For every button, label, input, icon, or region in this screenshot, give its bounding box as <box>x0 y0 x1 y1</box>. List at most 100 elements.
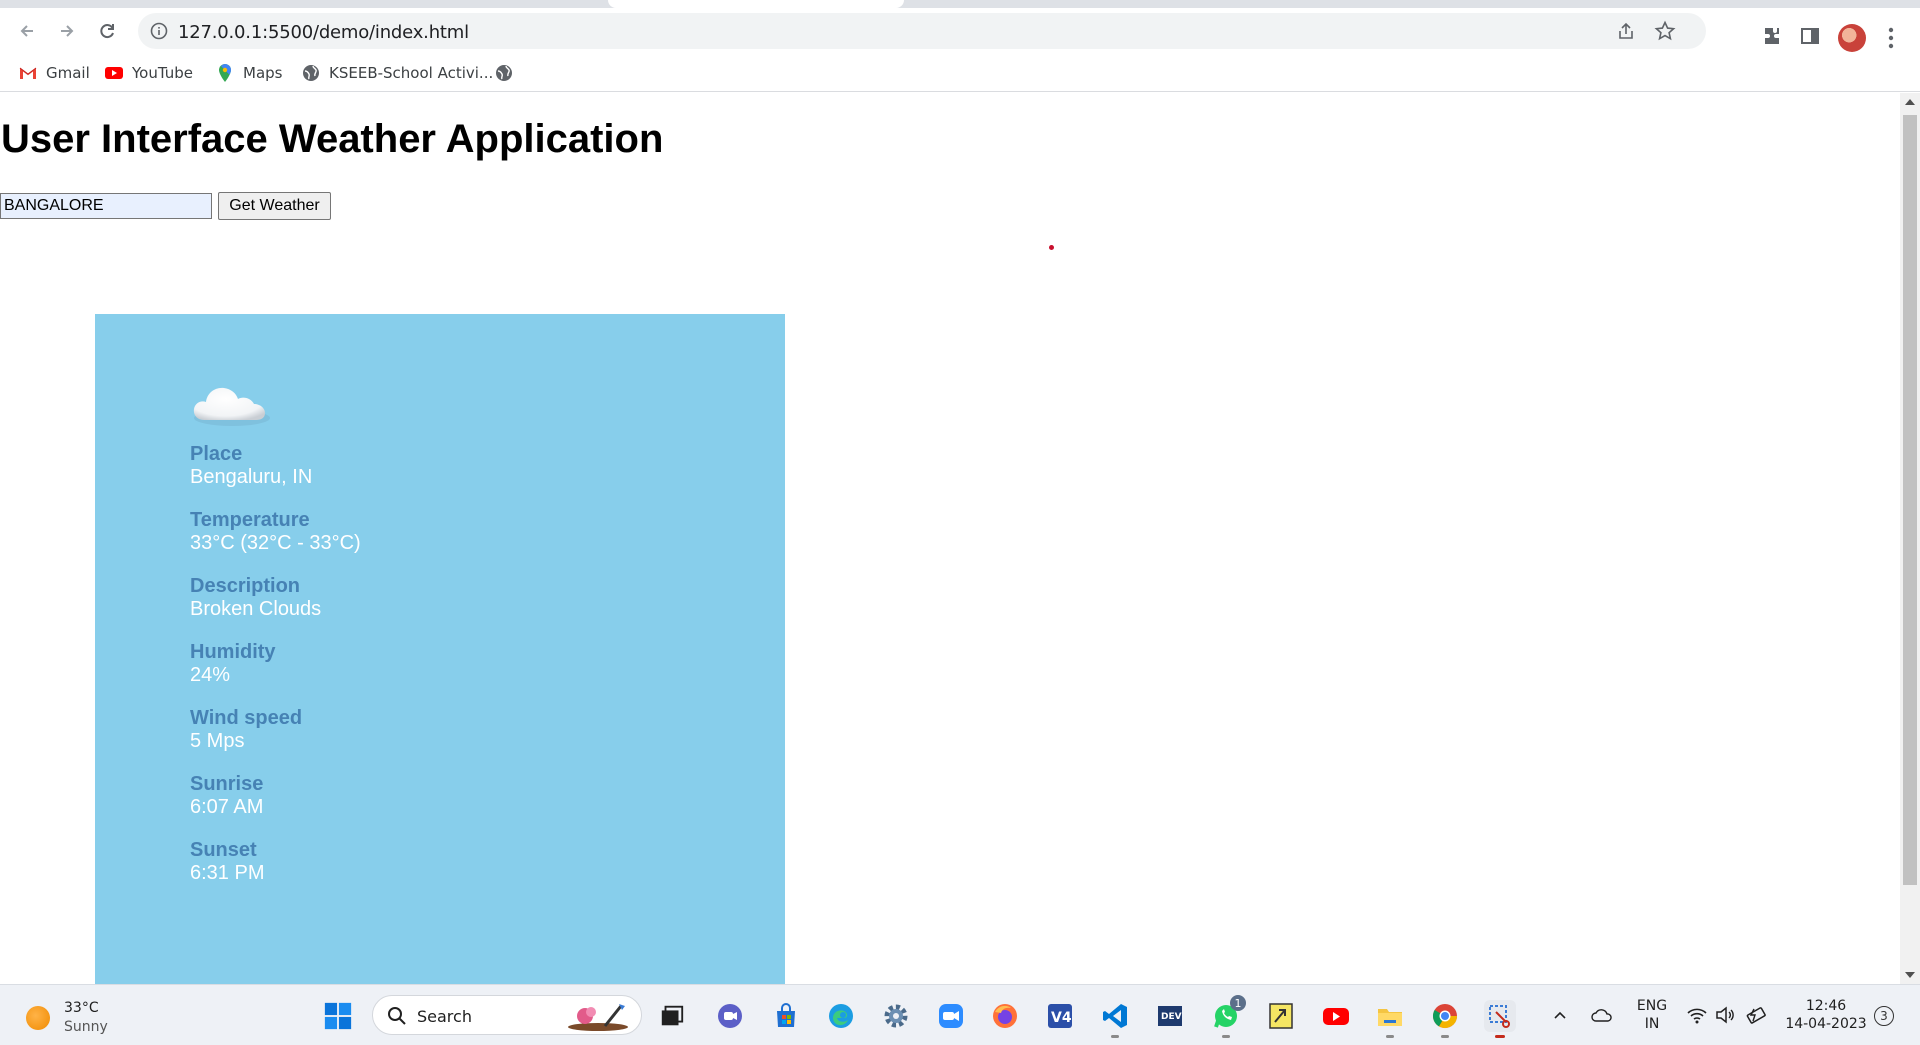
dev-app-button[interactable]: DEV <box>1154 1000 1186 1032</box>
firefox-button[interactable] <box>989 1000 1021 1032</box>
field-label: Wind speed <box>190 707 303 729</box>
field-value: 6:31 PM <box>190 862 265 884</box>
vscode-button[interactable] <box>1099 1000 1131 1032</box>
weather-field-sunset: Sunset 6:31 PM <box>190 839 590 885</box>
field-value: Broken Clouds <box>190 598 322 620</box>
weather-field-sunrise: Sunrise 6:07 AM <box>190 773 590 819</box>
firefox-icon <box>993 1004 1017 1028</box>
task-view-button[interactable] <box>656 1000 688 1032</box>
weather-field-humidity: Humidity 24% <box>190 641 590 687</box>
browser-toolbar: 127.0.0.1:5500/demo/index.html <box>0 8 1920 54</box>
clock-date: 14-04-2023 <box>1785 1016 1867 1032</box>
clock-time: 12:46 <box>1805 998 1847 1014</box>
youtube-icon <box>1323 1008 1349 1025</box>
youtube-app-button[interactable] <box>1320 1000 1352 1032</box>
onedrive-cloud-icon[interactable] <box>1590 1007 1614 1023</box>
folder-icon <box>1378 1009 1402 1026</box>
city-input[interactable] <box>0 193 212 219</box>
start-button[interactable] <box>322 1000 354 1032</box>
search-label: Search <box>417 1007 472 1026</box>
field-label: Sunset <box>190 839 257 861</box>
reload-button[interactable] <box>92 16 122 46</box>
sticky-app-button[interactable] <box>1265 1000 1297 1032</box>
tab-strip <box>0 0 1920 8</box>
address-bar[interactable]: 127.0.0.1:5500/demo/index.html <box>138 13 1706 49</box>
store-button[interactable] <box>770 1000 802 1032</box>
chat-icon <box>718 1004 742 1028</box>
gear-icon <box>884 1004 908 1028</box>
snipping-tool-icon <box>1489 1005 1510 1028</box>
back-button[interactable] <box>12 16 42 46</box>
clock[interactable]: 12:46 14-04-2023 <box>1784 997 1868 1033</box>
taskbar-weather-widget[interactable]: 33°C Sunny <box>26 999 108 1037</box>
profile-avatar[interactable] <box>1838 24 1866 52</box>
reload-icon <box>100 24 114 39</box>
wifi-icon[interactable] <box>1686 1005 1708 1025</box>
bookmark-kseeb[interactable]: KSEEB-School Activi... <box>301 62 493 84</box>
v4-app-icon: V4 <box>1048 1004 1072 1028</box>
field-value: Bengaluru, IN <box>190 466 313 488</box>
bookmark-maps[interactable]: Maps <box>215 62 282 84</box>
svg-text:DEV: DEV <box>1161 1012 1182 1022</box>
zoom-icon <box>939 1004 963 1028</box>
windows-taskbar: 33°C Sunny Search V4 DEV 1 ENG IN 12:46 … <box>0 984 1920 1045</box>
side-panel-icon[interactable] <box>1799 25 1821 47</box>
vscode-icon <box>1103 1004 1127 1028</box>
bookmark-label: KSEEB-School Activi... <box>329 64 494 82</box>
zoom-button[interactable] <box>935 1000 967 1032</box>
notification-count-badge[interactable]: 3 <box>1874 1006 1894 1026</box>
bookmark-globe[interactable] <box>494 62 522 84</box>
active-tab[interactable] <box>608 0 904 8</box>
file-explorer-button[interactable] <box>1374 1000 1406 1032</box>
url-text[interactable]: 127.0.0.1:5500/demo/index.html <box>178 22 469 43</box>
field-value: 33°C (32°C - 33°C) <box>190 532 361 554</box>
forward-button[interactable] <box>52 16 82 46</box>
info-icon[interactable] <box>150 22 168 40</box>
bookmark-star-icon[interactable] <box>1654 20 1676 42</box>
taskbar-search[interactable]: Search <box>372 995 642 1035</box>
sun-icon <box>26 1006 50 1030</box>
edge-button[interactable] <box>825 1000 857 1032</box>
weather-field-wind-speed: Wind speed 5 Mps <box>190 707 590 753</box>
page-scrollbar[interactable] <box>1900 93 1920 984</box>
chrome-button[interactable] <box>1429 1000 1461 1032</box>
get-weather-button[interactable]: Get Weather <box>218 192 331 220</box>
extensions-puzzle-icon[interactable] <box>1761 25 1783 47</box>
share-icon[interactable] <box>1616 21 1636 41</box>
battery-charging-icon[interactable] <box>1744 1005 1768 1025</box>
snipping-tool-button[interactable] <box>1484 1000 1516 1032</box>
field-value: 5 Mps <box>190 730 245 752</box>
globe-icon <box>496 65 512 81</box>
field-label: Humidity <box>190 641 276 663</box>
region-code: IN <box>1644 1016 1660 1032</box>
scrollbar-thumb[interactable] <box>1903 115 1917 885</box>
globe-icon <box>303 65 319 81</box>
teams-chat-button[interactable] <box>714 1000 746 1032</box>
chevron-up-icon[interactable] <box>1553 1009 1567 1021</box>
bookmark-youtube[interactable]: YouTube <box>104 62 193 84</box>
scroll-up-arrow-icon[interactable] <box>1905 99 1915 105</box>
field-label: Sunrise <box>190 773 264 795</box>
gmail-icon <box>19 67 37 79</box>
arrow-left-icon <box>20 25 33 37</box>
v4-app-button[interactable]: V4 <box>1044 1000 1076 1032</box>
edge-icon <box>829 1004 853 1028</box>
language-indicator[interactable]: ENG IN <box>1630 997 1674 1033</box>
dev-app-icon: DEV <box>1158 1006 1182 1026</box>
field-label: Description <box>190 575 301 597</box>
more-menu-icon[interactable] <box>1888 26 1894 50</box>
windows-logo-icon <box>324 1002 352 1030</box>
bookmark-label: Maps <box>243 64 283 82</box>
weather-card: Place Bengaluru, IN Temperature 33°C (32… <box>95 314 785 984</box>
field-label: Place <box>190 443 243 465</box>
settings-button[interactable] <box>880 1000 912 1032</box>
chrome-icon <box>1432 1004 1457 1029</box>
language-code: ENG <box>1636 998 1668 1014</box>
cursor-dot <box>1049 245 1054 250</box>
screen: 127.0.0.1:5500/demo/index.html Gmail You… <box>0 0 1920 1045</box>
scroll-down-arrow-icon[interactable] <box>1905 972 1915 978</box>
volume-icon[interactable] <box>1714 1005 1736 1025</box>
bookmark-gmail[interactable]: Gmail <box>18 62 90 84</box>
search-icon <box>388 1007 406 1025</box>
weather-field-description: Description Broken Clouds <box>190 575 590 621</box>
